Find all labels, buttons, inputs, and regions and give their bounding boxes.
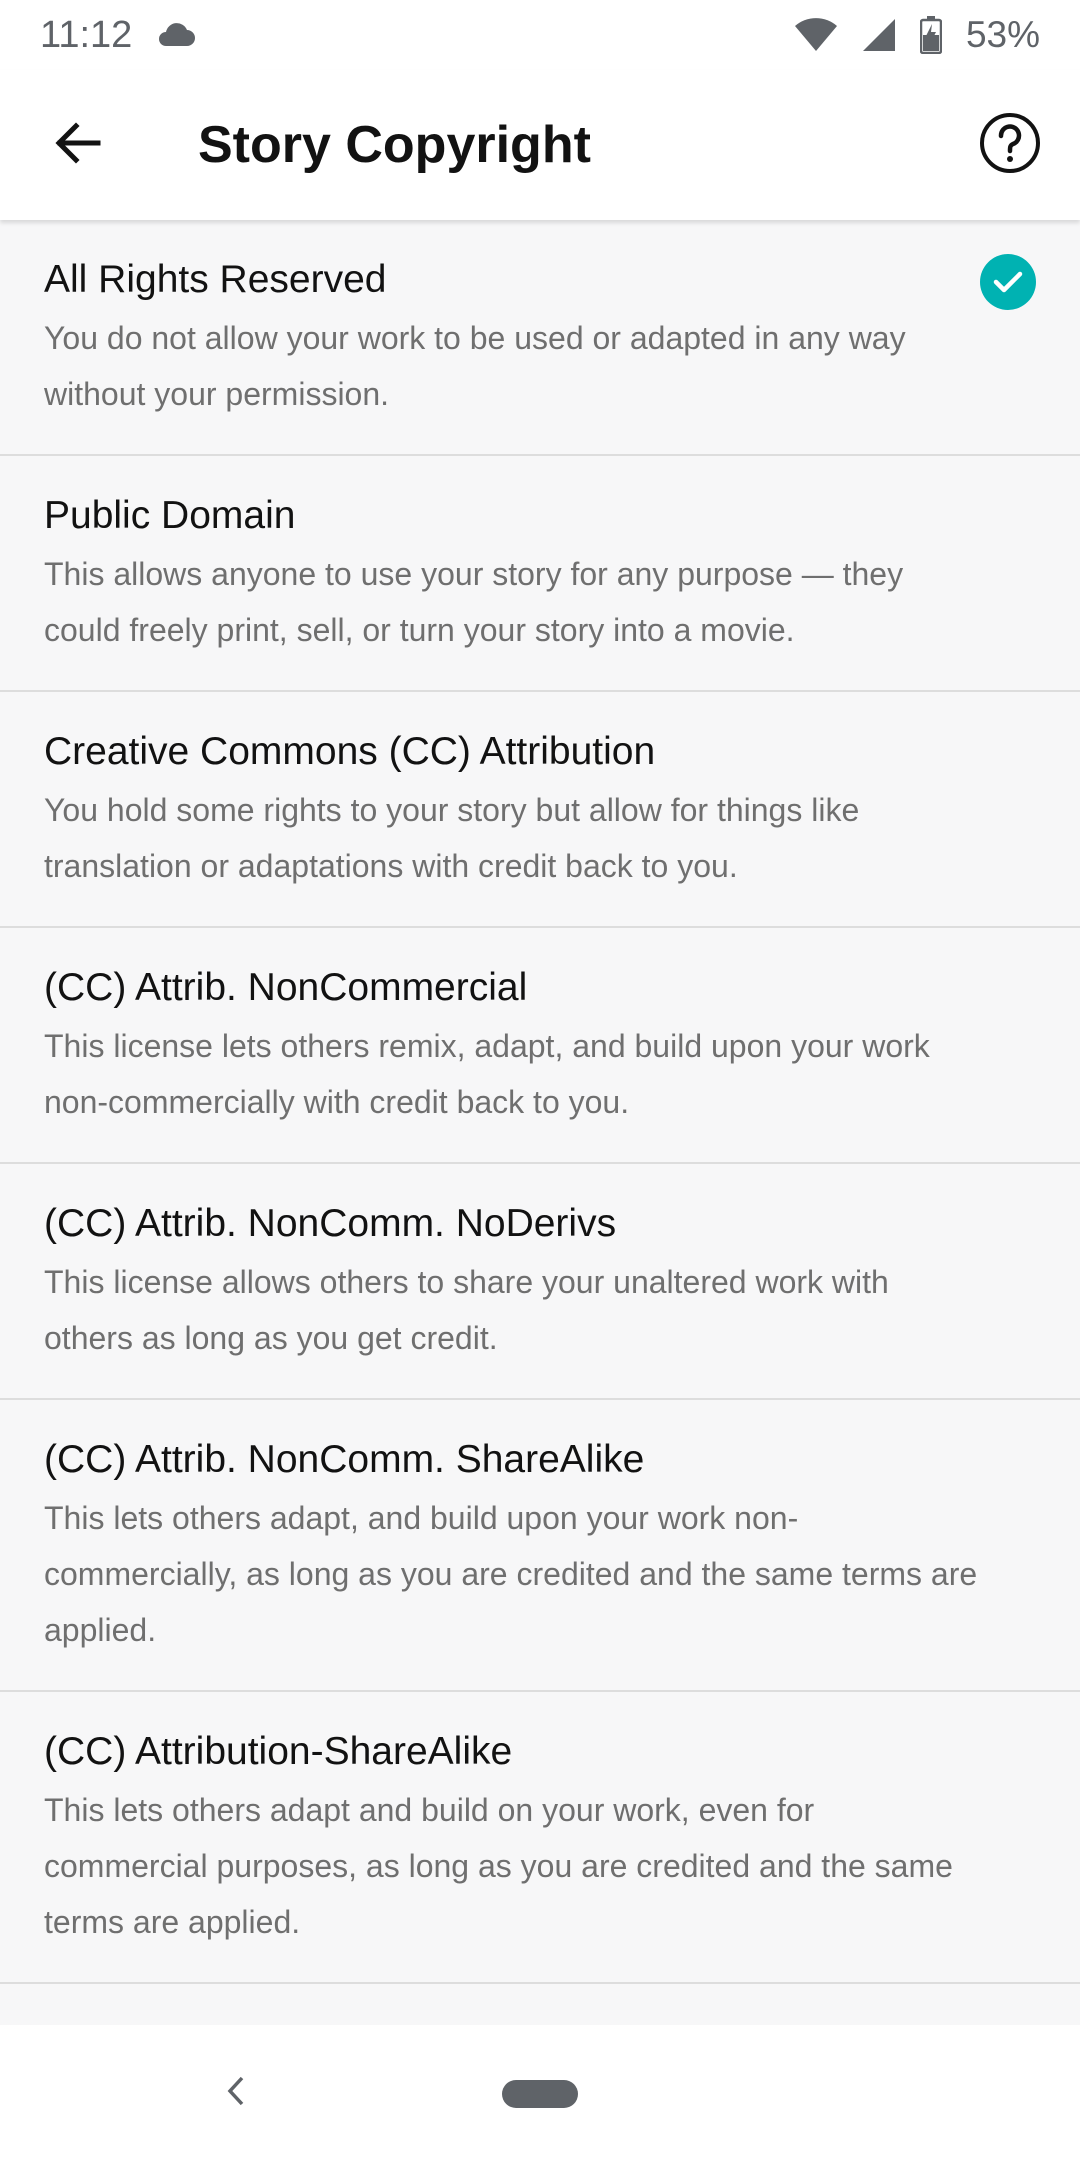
help-button[interactable] [970,105,1050,185]
copyright-option[interactable]: Creative Commons (CC) Attribution You hol… [0,692,1080,928]
option-label: (CC) Attrib. NonComm. NoDerivs [44,1202,617,1245]
copyright-option[interactable]: (CC) Attribution-NoDerivs [0,1984,1080,2025]
cloud-icon [156,22,196,48]
battery-icon [919,16,942,54]
status-bar-right: 53% [794,14,1040,56]
wifi-icon [794,18,838,52]
arrow-left-icon [54,121,102,169]
option-description: This allows anyone to use your story for… [44,556,904,648]
copyright-option[interactable]: All Rights Reserved You do not allow your… [0,220,1080,456]
copyright-option[interactable]: (CC) Attrib. NonCommercial This license l… [0,928,1080,1164]
option-label: (CC) Attrib. NonComm. ShareAlike [44,1438,645,1481]
signal-icon [862,18,896,52]
navigation-bar [0,2025,1080,2160]
app-bar: Story Copyright [0,70,1080,220]
option-label: All Rights Reserved [44,258,387,301]
option-label: (CC) Attribution-ShareAlike [44,1730,513,1773]
option-description: This lets others adapt and build on your… [44,1792,953,1940]
copyright-options-list: All Rights Reserved You do not allow your… [0,220,1080,2025]
page-title: Story Copyright [198,116,591,174]
copyright-option[interactable]: (CC) Attribution-ShareAlike This lets oth… [0,1692,1080,1984]
option-description: You hold some rights to your story but a… [44,792,860,884]
nav-back-button[interactable] [218,2065,254,2121]
status-bar: 11:12 53% [0,0,1080,70]
copyright-option[interactable]: (CC) Attrib. NonComm. NoDerivs This licen… [0,1164,1080,1400]
option-description: You do not allow your work to be used or… [44,320,906,412]
status-bar-left: 11:12 [40,14,196,57]
option-description: This license lets others remix, adapt, a… [44,1028,930,1120]
copyright-option[interactable]: (CC) Attrib. NonComm. ShareAlike This let… [0,1400,1080,1692]
option-label: Public Domain [44,494,296,537]
home-pill[interactable] [502,2080,578,2108]
option-description: This license allows others to share your… [44,1264,889,1356]
option-description: This lets others adapt, and build upon y… [44,1500,978,1648]
option-label: Creative Commons (CC) Attribution [44,730,656,773]
copyright-option[interactable]: Public Domain This allows anyone to use y… [0,456,1080,692]
chevron-left-icon [226,2075,246,2112]
check-circle-icon [980,254,1036,310]
option-label: (CC) Attrib. NonCommercial [44,966,528,1009]
help-circle-icon [979,112,1041,179]
status-time: 11:12 [40,13,133,56]
back-button[interactable] [38,105,118,185]
battery-percent: 53% [965,14,1040,55]
